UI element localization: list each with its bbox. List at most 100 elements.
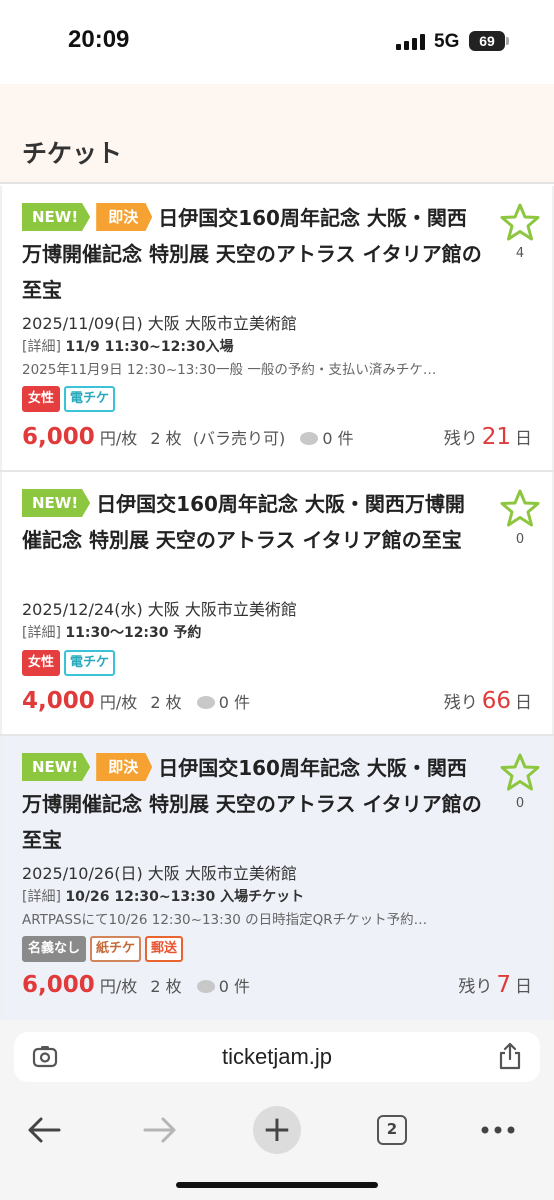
signal-icon [396, 34, 426, 50]
list-item[interactable]: NEW! 即決 日伊国交160周年記念 大阪・関西万博開催記念 特別展 天空のアトラ… [2, 736, 552, 1020]
detail-text: 11/9 11:30~12:30入場 [65, 339, 234, 355]
tag-no-name: 名義なし [22, 936, 87, 962]
quantity: 2 枚 [150, 977, 182, 996]
list-item[interactable]: NEW! 日伊国交160周年記念 大阪・関西万博開催記念 特別展 天空のアトラス … [2, 472, 552, 734]
quantity: 2 枚 [150, 429, 182, 448]
event-date-venue: 2025/12/24(水) 大阪 大阪市立美術館 [22, 600, 297, 619]
event-date-venue: 2025/11/09(日) 大阪 大阪市立美術館 [22, 314, 297, 333]
comment-icon [196, 980, 215, 993]
listing-title-block: NEW! 即決 日伊国交160周年記念 大阪・関西万博開催記念 特別展 天空のアトラ… [22, 750, 482, 858]
detail-label: [詳細] [22, 339, 61, 355]
listing-title: 日伊国交160周年記念 大阪・関西万博開催記念 特別展 天空のアトラス イタリア… [22, 206, 482, 302]
tag-female: 女性 [22, 386, 61, 412]
listing-note: 2025年11月9日 12:30~13:30一般 一般の予約・支払い済みチケ… [22, 362, 437, 378]
tag-mail: 郵送 [145, 936, 184, 962]
badge-sokuketsu: 即決 [96, 203, 153, 231]
star-icon [500, 203, 540, 241]
listing-title-block: NEW! 日伊国交160周年記念 大阪・関西万博開催記念 特別展 天空のアトラス … [22, 486, 482, 558]
detail-label: [詳細] [22, 889, 61, 905]
comment-icon [196, 696, 215, 709]
favorite-count: 4 [515, 246, 525, 261]
detail-line: [詳細] 11/9 11:30~12:30入場 [22, 336, 233, 356]
event-date-venue: 2025/10/26(日) 大阪 大阪市立美術館 [22, 864, 297, 883]
remaining-unit: 日 [515, 429, 532, 449]
more-icon [481, 1126, 515, 1134]
url-text[interactable]: ticketjam.jp [14, 1044, 540, 1070]
comment-count: 0 件 [218, 977, 251, 996]
remaining-label: 残り [443, 693, 478, 713]
remaining-unit: 日 [515, 977, 532, 997]
listing-title: 日伊国交160周年記念 大阪・関西万博開催記念 特別展 天空のアトラス イタリア… [22, 756, 482, 852]
badge-new: NEW! [22, 489, 91, 517]
remaining-label: 残り [458, 977, 493, 997]
listing-title-block: NEW! 即決 日伊国交160周年記念 大阪・関西万博開催記念 特別展 天空のアトラ… [22, 200, 482, 308]
badge-sokuketsu: 即決 [96, 753, 153, 781]
tag-female: 女性 [22, 650, 61, 676]
plus-icon: + [253, 1106, 301, 1154]
remaining-days: 残り 7 日 [458, 972, 532, 998]
tab-count: 2 [377, 1115, 407, 1145]
favorite-button[interactable]: 4 [500, 202, 540, 261]
price-unit: 円/枚 [99, 977, 138, 996]
remaining-label: 残り [443, 429, 478, 449]
back-button[interactable] [14, 1100, 74, 1160]
tag-paper-ticket: 紙チケ [90, 936, 142, 962]
favorite-button[interactable]: 0 [500, 752, 540, 811]
price: 4,000 [22, 688, 95, 714]
detail-line: [詳細] 10/26 12:30~13:30 入場チケット [22, 886, 304, 906]
price: 6,000 [22, 972, 95, 998]
quantity: 2 枚 [150, 693, 182, 712]
remaining-days-value: 21 [481, 424, 511, 450]
more-button[interactable] [468, 1100, 528, 1160]
listing-note: ARTPASSにて10/26 12:30~13:30 の日時指定QRチケット予約… [22, 912, 428, 928]
forward-arrow-icon [143, 1117, 176, 1143]
price-unit: 円/枚 [99, 429, 138, 448]
favorite-count: 0 [515, 796, 525, 811]
star-icon [500, 753, 540, 791]
price: 6,000 [22, 424, 95, 450]
status-bar: 20:09 5G 69 [0, 0, 554, 84]
network-label: 5G [434, 31, 460, 52]
page-title: チケット [22, 139, 123, 168]
battery-icon: 69 [469, 31, 505, 51]
battery-tip [506, 37, 509, 45]
price-row: 6,000 円/枚 2 枚 (バラ売り可) 0 件 残り 21 日 [22, 424, 532, 450]
remaining-unit: 日 [515, 693, 532, 713]
favorite-button[interactable]: 0 [500, 488, 540, 547]
price-row: 4,000 円/枚 2 枚 0 件 残り 66 日 [22, 688, 532, 714]
star-icon [500, 489, 540, 527]
detail-label: [詳細] [22, 625, 61, 641]
price-row: 6,000 円/枚 2 枚 0 件 残り 7 日 [22, 972, 532, 998]
tag-list: 名義なし 紙チケ 郵送 [22, 936, 184, 962]
price-unit: 円/枚 [99, 693, 138, 712]
back-arrow-icon [28, 1117, 61, 1143]
home-indicator[interactable] [176, 1182, 378, 1188]
split-note: (バラ売り可) [192, 429, 286, 448]
remaining-days: 残り 21 日 [444, 424, 532, 450]
comment-icon [300, 432, 319, 445]
tag-list: 女性 電チケ [22, 650, 116, 676]
badge-new: NEW! [22, 203, 91, 231]
forward-button[interactable] [130, 1100, 190, 1160]
browser-nav: + 2 [0, 1100, 554, 1160]
remaining-days-value: 66 [481, 688, 511, 714]
remaining-days: 残り 66 日 [444, 688, 532, 714]
address-bar[interactable]: ticketjam.jp [14, 1032, 540, 1082]
remaining-days-value: 7 [496, 972, 511, 998]
tag-e-ticket: 電チケ [64, 386, 116, 412]
detail-line: [詳細] 11:30〜12:30 予約 [22, 622, 201, 642]
ticket-list: NEW! 即決 日伊国交160周年記念 大阪・関西万博開催記念 特別展 天空のアトラ… [0, 186, 554, 1020]
comment-count: 0 件 [218, 693, 251, 712]
list-item[interactable]: NEW! 即決 日伊国交160周年記念 大阪・関西万博開催記念 特別展 天空のアトラ… [2, 186, 552, 470]
detail-text: 10/26 12:30~13:30 入場チケット [65, 889, 305, 905]
tabs-button[interactable]: 2 [362, 1100, 422, 1160]
tag-list: 女性 電チケ [22, 386, 116, 412]
badge-new: NEW! [22, 753, 91, 781]
favorite-count: 0 [515, 532, 525, 547]
share-icon [499, 1042, 521, 1070]
tag-e-ticket: 電チケ [64, 650, 116, 676]
status-time: 20:09 [68, 26, 130, 53]
detail-text: 11:30〜12:30 予約 [65, 625, 202, 641]
new-tab-button[interactable]: + [247, 1100, 307, 1160]
browser-toolbar: ticketjam.jp + 2 [0, 1020, 554, 1200]
